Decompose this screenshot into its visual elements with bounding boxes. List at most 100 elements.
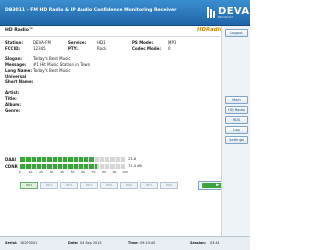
meter-tick (51, 164, 53, 169)
meter-tick (109, 164, 111, 169)
status-bar: Serial: 1K2F0001 Date: 04 Sep 2015 Time:… (0, 236, 250, 250)
hd-channel-button-4[interactable]: HD4 (80, 182, 98, 189)
deva-logo: DEVA BROADCAST (207, 6, 249, 20)
meter-tick (114, 164, 116, 169)
hd-channel-button-3[interactable]: HD3 (60, 182, 78, 189)
meter-tick (93, 164, 95, 169)
meter-tick (30, 157, 32, 162)
meter-tick (62, 157, 63, 162)
meter-tick (119, 164, 121, 169)
long-name-value: Today's Best Music (33, 68, 71, 73)
section-title: HD Radio™ (5, 28, 34, 33)
station-value: DEVA-FM (33, 40, 51, 45)
section-bar: HD Radio™ HDRadio (0, 26, 224, 37)
long-name-label: Long Name: (5, 68, 32, 73)
meter-tick (41, 164, 42, 169)
meter-tick (98, 164, 100, 169)
cdnr-label: CDNR (5, 164, 18, 169)
meter-tick (77, 157, 79, 162)
date-value: 04 Sep 2015 (80, 241, 102, 245)
slogan-value: Today's Best Music (33, 56, 71, 61)
meter-scale-label: 80 (102, 170, 106, 174)
meter-tick (114, 157, 116, 162)
time-value: 09:23:40 (140, 241, 156, 245)
codec-mode-value: 0 (168, 46, 171, 51)
service-value: HD1 (97, 40, 106, 45)
hd-channel-button-1[interactable]: HD1 (20, 182, 38, 189)
album-label: Album: (5, 102, 21, 107)
date-label: Date: (68, 241, 79, 245)
message-value: #1 Hit Music Station in Town (33, 62, 91, 67)
pty-label: PTY: (68, 46, 78, 51)
meter-tick (67, 157, 69, 162)
slogan-label: Slogan: (5, 56, 23, 61)
meter-tick (104, 157, 105, 162)
meter-tick (46, 164, 48, 169)
nav-log-button[interactable]: Log (225, 126, 248, 134)
meter-scale-label: 20 (39, 170, 43, 174)
hd-channel-button-2[interactable]: HD2 (40, 182, 58, 189)
meter-scale-label: 10 (28, 170, 33, 174)
nav-settings-button[interactable]: Settings (225, 136, 248, 144)
meter-tick (62, 164, 63, 169)
meter-scale-label: 0 (19, 170, 21, 174)
daai-meter (20, 157, 125, 162)
short-name-label: Short Name: (5, 79, 34, 84)
brand-sub: BROADCAST (218, 16, 233, 19)
meter-tick (104, 164, 105, 169)
meter-tick (35, 164, 37, 169)
serial-label: Serial: (5, 241, 18, 245)
serial-value: 1K2F0001 (20, 241, 38, 245)
session-label: Session: (190, 241, 207, 245)
hd-radio-logo: HDRadio (197, 27, 224, 33)
cdnr-meter (20, 164, 125, 169)
session-value: 03:41 (210, 241, 220, 245)
nav-rds-button[interactable]: RDS (225, 116, 248, 124)
meter-tick (77, 164, 79, 169)
meter-scale-label: 90 (112, 170, 117, 174)
meter-scale-label: 50 (70, 170, 75, 174)
meter-tick (30, 164, 32, 169)
app-header: DB3011 - FM HD Radio & IP Audio Confiden… (0, 0, 250, 26)
hd-channel-button-6[interactable]: HD6 (120, 182, 138, 189)
title-label: Title: (5, 96, 17, 101)
sidebar: Logout Main HD Radio RDS Log Settings (221, 26, 250, 236)
meter-tick (109, 157, 111, 162)
daai-label: DAAI (5, 157, 16, 162)
hd-channel-button-7[interactable]: HD7 (140, 182, 158, 189)
ps-mode-label: PS Mode: (132, 40, 154, 45)
meter-tick (72, 157, 74, 162)
pty-value: Rock (97, 46, 107, 51)
meter-tick (88, 164, 90, 169)
service-label: Service: (68, 40, 87, 45)
meter-scale-label: 100 (122, 170, 128, 174)
cdnr-value: 72.4 dB (128, 164, 142, 168)
meter-scale-label: 30 (49, 170, 54, 174)
deva-logo-mark-icon (207, 7, 215, 18)
codec-mode-label: Codec Mode: (132, 46, 161, 51)
ps-mode-value: MP1 (168, 40, 177, 45)
time-label: Time: (128, 241, 139, 245)
nav-hd-radio-button[interactable]: HD Radio (225, 106, 248, 114)
meter-scale-label: 70 (91, 170, 96, 174)
meter-tick (25, 157, 27, 162)
fccid-value: 12345 (33, 46, 46, 51)
meter-tick (56, 157, 58, 162)
meter-tick (72, 164, 74, 169)
hd-channel-row: ► HD1 HD2 HD3 HD4 HD5 HD6 HD7 HD8 (20, 181, 242, 190)
station-label: Station: (5, 40, 23, 45)
hd-channel-button-5[interactable]: HD5 (100, 182, 118, 189)
meter-scale-label: 60 (81, 170, 85, 174)
message-label: Message: (5, 62, 27, 67)
meter-tick (98, 157, 100, 162)
meter-tick (83, 157, 84, 162)
meter-tick (51, 157, 53, 162)
logout-button[interactable]: Logout (225, 29, 248, 37)
meter-scale: 0 10 20 30 40 50 60 70 80 90 100 (19, 170, 128, 176)
speaker-icon: ► (216, 182, 220, 188)
app-title: DB3011 - FM HD Radio & IP Audio Confiden… (5, 8, 177, 13)
hd-channel-button-8[interactable]: HD8 (160, 182, 178, 189)
nav-main-button[interactable]: Main (225, 96, 248, 104)
fccid-label: FCCID: (5, 46, 21, 51)
meter-tick (67, 164, 69, 169)
